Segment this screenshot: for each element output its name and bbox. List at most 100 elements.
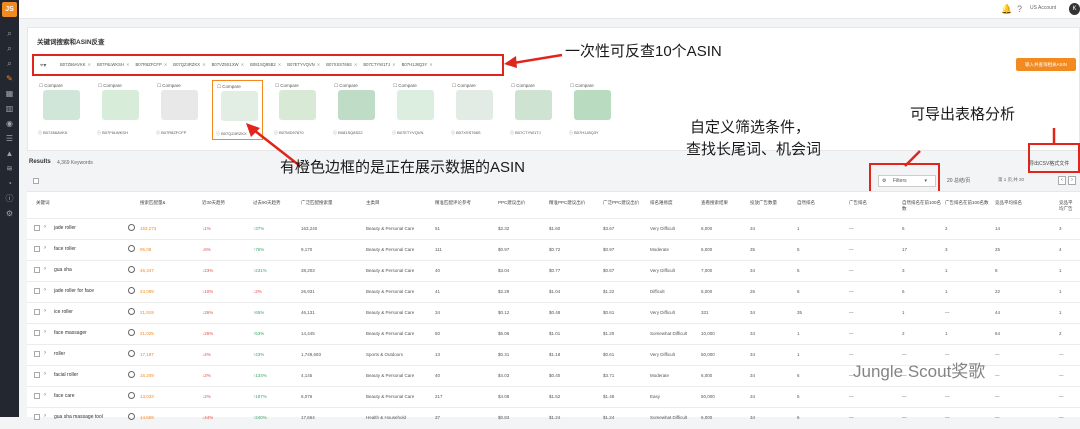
table-cell: 44	[995, 310, 1001, 315]
chevron-right-icon[interactable]: ›	[44, 245, 46, 251]
keyword-cell[interactable]: face care	[54, 394, 75, 399]
keyword-cell[interactable]: gua sha massage tool	[54, 415, 103, 420]
eye-icon[interactable]	[128, 371, 135, 378]
table-cell: $0.12	[498, 310, 510, 315]
eye-icon[interactable]	[128, 329, 135, 336]
table-cell: 1	[797, 352, 800, 357]
table-cell: 17,187	[140, 352, 154, 357]
table-cell: 50,000	[701, 352, 715, 357]
table-cell: ↑231%	[253, 268, 267, 273]
row-checkbox[interactable]	[34, 330, 40, 336]
results-heading: Results	[29, 159, 51, 165]
table-cell: 163,240	[301, 226, 318, 231]
eye-icon[interactable]	[128, 266, 135, 273]
eye-icon[interactable]	[128, 245, 135, 252]
table-cell: Beauty & Personal Care	[366, 247, 415, 252]
row-checkbox[interactable]	[34, 351, 40, 357]
row-checkbox[interactable]	[34, 288, 40, 294]
annotation-filter-1: 自定义筛选条件，	[690, 119, 811, 136]
row-checkbox[interactable]	[34, 246, 40, 252]
keyword-cell[interactable]: ice roller	[54, 310, 73, 315]
table-cell: —	[1059, 352, 1064, 357]
keyword-cell[interactable]: gua sha	[54, 268, 72, 273]
chevron-right-icon[interactable]: ›	[44, 413, 46, 419]
keyword-cell[interactable]: roller	[54, 352, 65, 357]
export-highlight	[1028, 143, 1080, 173]
annotation-export: 可导出表格分析	[910, 106, 1016, 123]
row-checkbox[interactable]	[34, 225, 40, 231]
table-cell: 9,170	[301, 247, 313, 252]
chevron-right-icon[interactable]: ›	[44, 392, 46, 398]
table-cell: 41	[435, 289, 441, 294]
filters-dropdown[interactable]: Filters ▾ ⚙	[878, 175, 936, 187]
table-cell: 21,919	[140, 310, 154, 315]
chevron-right-icon[interactable]: ›	[44, 287, 46, 293]
table-cell: —	[849, 394, 854, 399]
eye-icon[interactable]	[128, 350, 135, 357]
row-checkbox[interactable]	[34, 372, 40, 378]
eye-icon[interactable]	[128, 287, 135, 294]
table-cell: ↓2%	[253, 289, 262, 294]
table-cell: $0.97	[498, 247, 510, 252]
table-cell: 64	[995, 331, 1001, 336]
table-cell: 25	[995, 247, 1001, 252]
chevron-right-icon[interactable]: ›	[44, 329, 46, 335]
table-cell: 6,000	[701, 247, 713, 252]
table-cell: 34	[750, 331, 756, 336]
keyword-cell[interactable]: face roller	[54, 247, 76, 252]
table-cell: —	[902, 394, 907, 399]
table-row[interactable]: › ice roller 21,919 ↓26% ↑65% 46,131 Beauty & …	[27, 302, 1080, 324]
table-cell: $0.83	[498, 415, 510, 420]
chevron-right-icon[interactable]: ›	[44, 371, 46, 377]
eye-icon[interactable]	[128, 392, 135, 399]
annotation-filter-2: 查找长尾词、机会词	[686, 141, 822, 158]
table-cell: 6	[902, 289, 905, 294]
table-cell: 34	[750, 226, 756, 231]
keyword-cell[interactable]: facial roller	[54, 373, 78, 378]
table-cell: $3.04	[498, 268, 510, 273]
export-csv-button[interactable]: 导出CSV格式文件	[1029, 160, 1069, 167]
row-checkbox[interactable]	[34, 309, 40, 315]
select-all-checkbox[interactable]	[33, 178, 39, 184]
chevron-right-icon[interactable]: ›	[44, 266, 46, 272]
table-cell: —	[849, 268, 854, 273]
table-cell: 5	[797, 394, 800, 399]
page-size-select[interactable]: 20 总结/页	[947, 177, 970, 184]
table-cell: 1	[945, 331, 948, 336]
row-checkbox[interactable]	[34, 393, 40, 399]
table-row[interactable]: › face care 13,033 ↓2% ↑187% 6,076 Beauty & Pe…	[27, 386, 1080, 408]
chevron-right-icon[interactable]: ›	[44, 350, 46, 356]
table-cell: 6,076	[301, 394, 313, 399]
table-row[interactable]: › gua sha 46,347 ↓23% ↑231% 38,203 Beauty & Pe…	[27, 260, 1080, 282]
annotation-asin: 一次性可反查10个ASIN	[565, 43, 722, 60]
table-cell: 6	[797, 415, 800, 420]
keyword-cell[interactable]: face massager	[54, 331, 87, 336]
table-cell: —	[849, 415, 854, 420]
table-row[interactable]: › face roller 95,08 ↓6% ↑76% 9,170 Beauty & Pe…	[27, 239, 1080, 261]
table-cell: ↓1%	[202, 226, 211, 231]
eye-icon[interactable]	[128, 308, 135, 315]
table-cell: $1.04	[549, 289, 561, 294]
table-row[interactable]: › jade roller 163,273 ↓1% ↑37% 163,240 Beauty …	[27, 218, 1080, 240]
chevron-right-icon[interactable]: ›	[44, 224, 46, 230]
row-checkbox[interactable]	[34, 414, 40, 420]
table-cell: Beauty & Personal Care	[366, 331, 415, 336]
table-cell: —	[902, 415, 907, 420]
table-cell: 3	[945, 247, 948, 252]
table-cell: 34	[750, 373, 756, 378]
table-row[interactable]: › face massager 21,025 ↓26% ↑53% 14,445 Beauty…	[27, 323, 1080, 345]
table-cell: 37	[435, 415, 441, 420]
next-page-button[interactable]: ›	[1068, 176, 1076, 185]
prev-page-button[interactable]: ‹	[1058, 176, 1066, 185]
table-row[interactable]: › gua sha massage tool 14,669 ↓44% ↑240% 17,6…	[27, 407, 1080, 429]
table-cell: $1.24	[603, 415, 615, 420]
table-cell: $0.61	[603, 352, 615, 357]
keyword-cell[interactable]: jade roller	[54, 226, 76, 231]
chevron-right-icon[interactable]: ›	[44, 308, 46, 314]
keyword-cell[interactable]: jade roller for face	[54, 289, 94, 294]
table-cell: Very Difficult	[650, 226, 675, 231]
table-row[interactable]: › jade roller for face 24,099 ↓10% ↓2% 26,931…	[27, 281, 1080, 303]
row-checkbox[interactable]	[34, 267, 40, 273]
eye-icon[interactable]	[128, 224, 135, 231]
table-cell: $1.01	[549, 331, 561, 336]
